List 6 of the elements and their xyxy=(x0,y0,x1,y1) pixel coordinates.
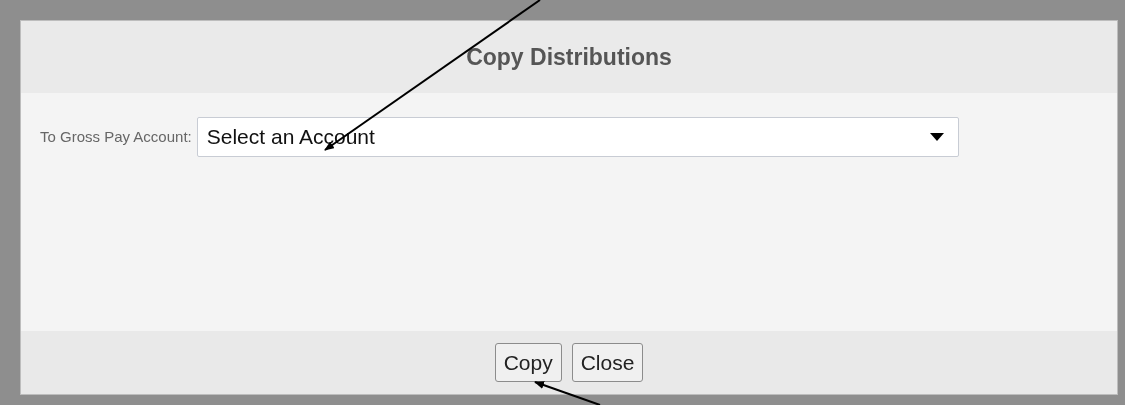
annotation-arrow xyxy=(534,381,601,405)
dialog-button[interactable]: Copy xyxy=(494,343,562,382)
dialog-button[interactable]: Close xyxy=(571,343,644,382)
dialog-title: Copy Distributions xyxy=(466,42,672,72)
caret-icon xyxy=(929,133,944,141)
field-label: To Gross Pay Account: xyxy=(40,126,192,147)
